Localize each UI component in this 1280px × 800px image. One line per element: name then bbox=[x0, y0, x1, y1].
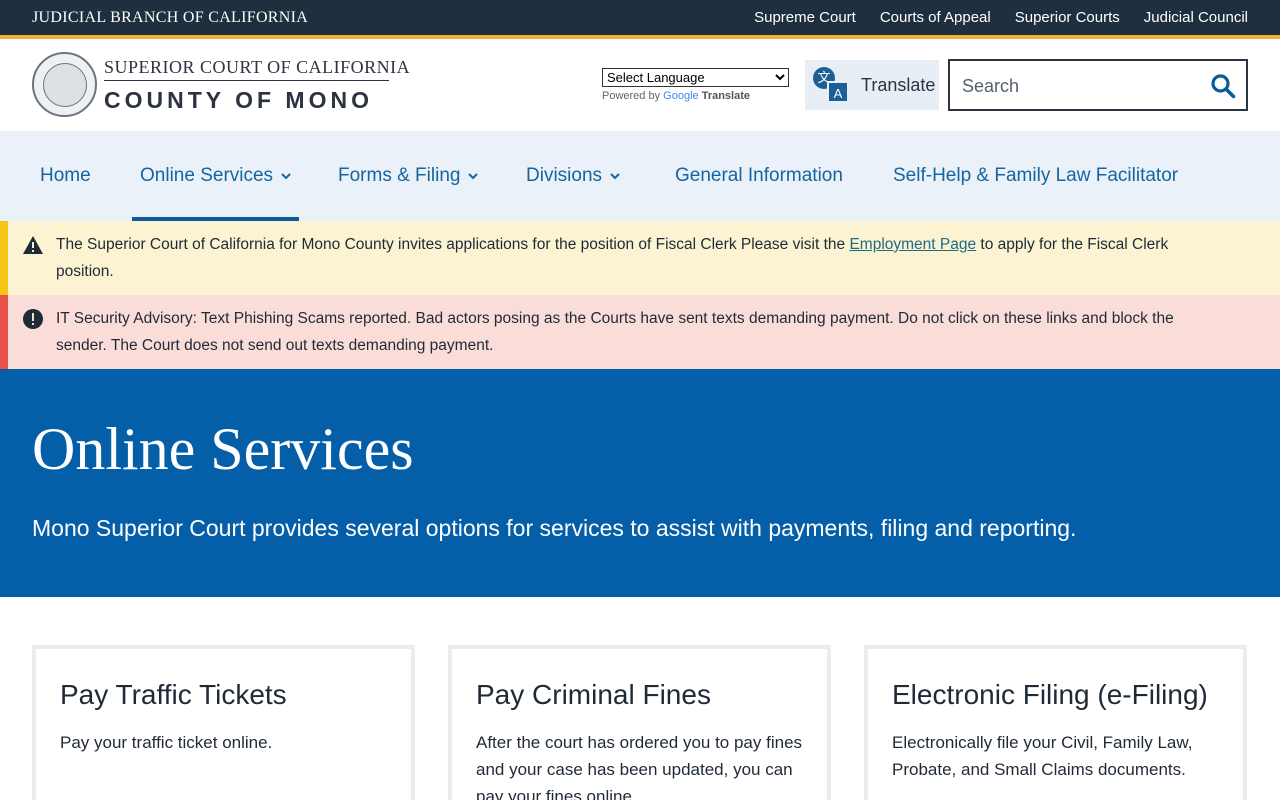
main-navigation: Home Online Services Forms & Filing Divi… bbox=[0, 131, 1280, 221]
chevron-down-icon bbox=[610, 173, 620, 180]
translate-button[interactable]: 文A Translate bbox=[805, 60, 939, 110]
nav-item-forms-filing[interactable]: Forms & Filing bbox=[338, 131, 479, 221]
translate-button-label: Translate bbox=[861, 74, 936, 95]
chevron-down-icon bbox=[281, 173, 291, 180]
judicial-branch-title[interactable]: JUDICIAL BRANCH OF CALIFORNIA bbox=[32, 9, 308, 27]
card-electronic-filing[interactable]: Electronic Filing (e-Filing) Electronica… bbox=[864, 645, 1247, 800]
security-advisory-alert: IT Security Advisory: Text Phishing Scam… bbox=[0, 295, 1280, 369]
nav-item-divisions[interactable]: Divisions bbox=[526, 131, 620, 221]
judicial-branch-bar: JUDICIAL BRANCH OF CALIFORNIA Supreme Co… bbox=[0, 0, 1280, 39]
card-pay-traffic-tickets[interactable]: Pay Traffic Tickets Pay your traffic tic… bbox=[32, 645, 415, 800]
top-link-judicial-council[interactable]: Judicial Council bbox=[1144, 9, 1248, 26]
page-title: Online Services bbox=[32, 416, 414, 482]
language-select[interactable]: Select Language bbox=[602, 68, 789, 87]
court-name-line2[interactable]: COUNTY OF MONO bbox=[104, 87, 373, 114]
search-icon[interactable] bbox=[1210, 73, 1236, 99]
search-input[interactable] bbox=[962, 73, 1202, 99]
chevron-down-icon bbox=[468, 173, 479, 180]
nav-item-online-services[interactable]: Online Services bbox=[131, 131, 300, 221]
language-selector: Select Language bbox=[602, 68, 789, 87]
top-link-courts-of-appeal[interactable]: Courts of Appeal bbox=[880, 9, 991, 26]
court-seal-logo[interactable] bbox=[32, 52, 97, 117]
page-subtitle: Mono Superior Court provides several opt… bbox=[32, 515, 1077, 541]
employment-page-link[interactable]: Employment Page bbox=[849, 236, 976, 253]
search-box bbox=[948, 59, 1248, 111]
translate-icon: 文A bbox=[813, 67, 849, 103]
exclamation-circle-icon bbox=[23, 309, 43, 329]
card-description: Pay your traffic ticket online. bbox=[60, 733, 273, 752]
top-links: Supreme Court Courts of Appeal Superior … bbox=[754, 9, 1248, 26]
card-description: Electronically file your Civil, Family L… bbox=[892, 733, 1193, 779]
powered-by-google: Powered by Google Translate bbox=[602, 90, 751, 102]
warning-alert-text: The Superior Court of California for Mon… bbox=[56, 236, 1169, 280]
top-link-supreme-court[interactable]: Supreme Court bbox=[754, 9, 856, 26]
security-alert-text: IT Security Advisory: Text Phishing Scam… bbox=[56, 310, 1174, 354]
fiscal-clerk-alert: The Superior Court of California for Mon… bbox=[0, 221, 1280, 295]
card-title: Pay Criminal Fines bbox=[476, 679, 711, 710]
card-pay-criminal-fines[interactable]: Pay Criminal Fines After the court has o… bbox=[448, 645, 831, 800]
site-header: SUPERIOR COURT OF CALIFORNIA COUNTY OF M… bbox=[0, 39, 1280, 131]
court-name-divider bbox=[104, 80, 389, 81]
nav-item-home[interactable]: Home bbox=[40, 131, 91, 221]
card-title: Pay Traffic Tickets bbox=[60, 679, 287, 710]
google-logo[interactable]: Google bbox=[663, 90, 698, 102]
top-link-superior-courts[interactable]: Superior Courts bbox=[1015, 9, 1120, 26]
warning-icon bbox=[23, 236, 43, 254]
nav-item-general-information[interactable]: General Information bbox=[675, 131, 843, 221]
card-description: After the court has ordered you to pay f… bbox=[476, 733, 803, 800]
nav-item-self-help[interactable]: Self-Help & Family Law Facilitator bbox=[893, 131, 1178, 221]
page-hero: Online Services Mono Superior Court prov… bbox=[0, 369, 1280, 597]
court-name-line1[interactable]: SUPERIOR COURT OF CALIFORNIA bbox=[104, 57, 410, 78]
card-title: Electronic Filing (e-Filing) bbox=[892, 679, 1208, 710]
